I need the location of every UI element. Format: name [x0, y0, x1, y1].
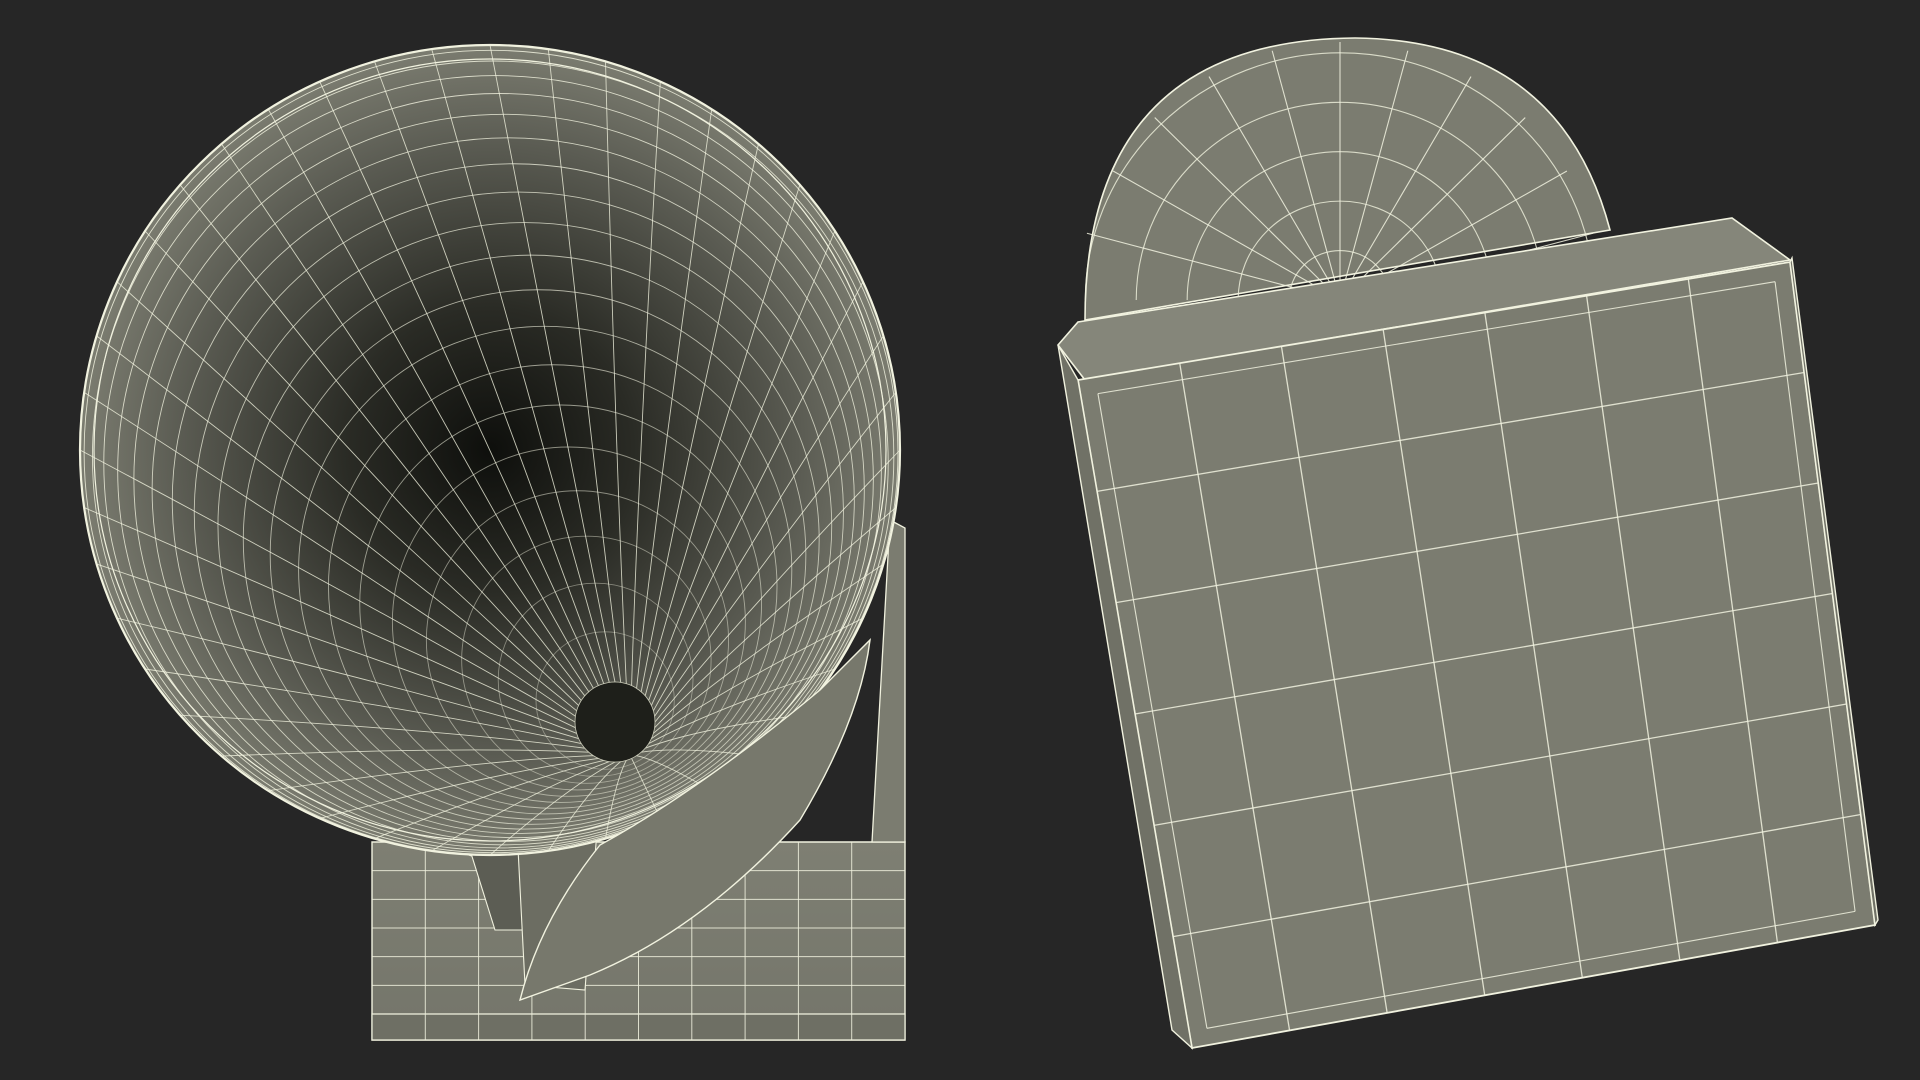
wireframe-render-canvas — [0, 0, 1920, 1080]
horn-throat — [574, 681, 656, 763]
